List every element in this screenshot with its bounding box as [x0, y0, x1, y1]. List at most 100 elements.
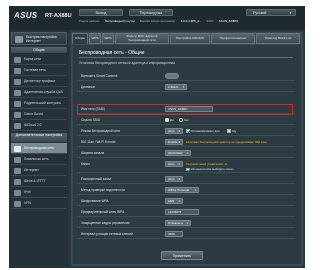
auth-method-value: WPA2-Personal — [168, 188, 190, 192]
wpa-key-input[interactable]: 12345678 — [165, 209, 199, 215]
auto-channel-checkbox[interactable] — [186, 167, 190, 171]
sidebar-item-label: Диспетчер трафика — [24, 78, 55, 83]
auto-channel-label: Автоматически выбирать канал — [191, 167, 234, 171]
ssid-highlight-frame — [77, 103, 293, 115]
chevron-down-icon: ▼ — [178, 163, 181, 166]
mfp-value: Отключить — [168, 221, 184, 225]
reboot-button[interactable]: Перезагрузка — [129, 9, 173, 16]
sidebar-item-guest-network[interactable]: Гостевая сеть — [11, 65, 67, 76]
ssid-status-value: ASUS_AX88U — [218, 19, 239, 23]
tab-general[interactable]: Общие — [72, 33, 88, 44]
sidebar-item-network-map[interactable]: Карта сети — [11, 54, 67, 65]
hide-ssid-yes-radio[interactable] — [165, 118, 169, 122]
bandwidth-label: Ширина канала — [81, 151, 105, 155]
mfp-select[interactable]: Отключить ▼ — [165, 220, 191, 226]
mode-value[interactable]: беспроводной роутер — [105, 19, 135, 23]
sidebar-item-vpn[interactable]: VPN — [11, 198, 67, 209]
sidebar-item-aicloud[interactable]: AiCloud 2.0 — [11, 120, 67, 131]
wireless-icon — [14, 145, 21, 152]
channel-select[interactable]: Авто ▼ — [165, 161, 183, 167]
row-mfp: Защищенные кадры управления Отключить ▼ — [77, 218, 295, 228]
smart-connect-label: Включить Smart Connect — [81, 74, 118, 78]
lan-icon — [14, 156, 21, 163]
sidebar-item-alexa-ifttt[interactable]: Alexa & IFTTT — [11, 176, 67, 187]
wizard-icon — [15, 36, 23, 43]
sidebar-item-adaptive-qos[interactable]: Адаптивная служба QoS — [11, 87, 67, 98]
model-name: RT-AX88U — [45, 13, 72, 19]
row-wireless-mode: Режим беспроводной сети Авто ▼ Оптимизир… — [77, 126, 295, 136]
sidebar-item-ipv6[interactable]: IPv6 — [11, 187, 67, 198]
language-value: Русский — [253, 11, 267, 15]
optimize-label: Оптимизировано для — [191, 129, 220, 133]
tab-wps[interactable]: WPS — [89, 33, 101, 44]
tab-wds[interactable]: WDS — [102, 33, 114, 44]
hide-ssid-no-label: Нет — [184, 118, 189, 122]
chevron-down-icon: ▼ — [182, 86, 185, 89]
wpa-encryption-select[interactable]: AES ▼ — [165, 198, 183, 204]
ext-channel-value: Авто — [168, 177, 175, 181]
firmware-value[interactable]: 3.0.0.4.386_4... — [181, 19, 202, 23]
bg-protection-label: b/g — [232, 129, 237, 133]
optimize-checkbox[interactable] — [186, 129, 190, 133]
sidebar-item-label: Локальная сеть — [24, 156, 49, 161]
logout-button[interactable]: Выход — [79, 9, 123, 16]
hide-ssid-no-radio[interactable] — [179, 118, 183, 122]
tab-mac-filter[interactable]: Фильтр MAC-адресов беспроводной сети — [115, 33, 169, 44]
sidebar-item-lan[interactable]: Локальная сеть — [11, 154, 67, 165]
page-description: Установка беспроводного сетевого адаптер… — [79, 61, 176, 65]
hide-ssid-yes-label: Да — [170, 118, 174, 122]
game-boost-icon — [14, 111, 21, 118]
sidebar: Быстрая настройка Интернет Общие Карта с… — [9, 30, 69, 268]
auth-method-select[interactable]: WPA2-Personal ▼ — [165, 187, 199, 193]
language-select[interactable]: Русский ▼ — [246, 9, 296, 16]
smart-connect-toggle[interactable] — [165, 73, 179, 79]
row-ax-mode: 802.11ax / Wi-Fi 6 mode Enable ▼ Если ва… — [77, 137, 295, 147]
globe-icon — [14, 167, 21, 174]
sidebar-item-game-boost[interactable]: Game Boost — [11, 109, 67, 120]
parental-control-icon — [14, 100, 21, 107]
wpa-encryption-label: Шифрование WPA — [81, 199, 109, 203]
tab-radius[interactable]: Настройка RADIUS — [170, 33, 210, 44]
sidebar-item-label: Беспроводная сеть — [24, 145, 55, 150]
row-key-interval: Интервал ротации сетевых ключей 3600 — [77, 229, 295, 239]
ax-mode-value: Enable — [168, 140, 178, 144]
wireless-mode-select[interactable]: Авто ▼ — [165, 128, 183, 134]
sidebar-item-label: AiCloud 2.0 — [24, 122, 42, 127]
bg-protection-checkbox[interactable] — [227, 129, 231, 133]
firmware-label: Версия микропрограммы: — [139, 19, 176, 23]
row-smart-connect: Включить Smart Connect — [77, 71, 295, 81]
tab-professional[interactable]: Профессионально — [211, 33, 255, 44]
tab-roaming-block-list[interactable]: Roaming Block List — [256, 33, 300, 44]
row-wpa-key: Предварительный ключ WPA 12345678 — [77, 207, 295, 217]
sidebar-item-label: Карта сети — [24, 56, 41, 61]
sidebar-item-internet[interactable]: Интернет — [11, 165, 67, 176]
settings-content: Беспроводная сеть - Общие Установка бесп… — [73, 45, 301, 264]
ipv6-icon — [14, 189, 21, 196]
sidebar-item-label: IPv6 — [24, 189, 31, 194]
key-interval-input[interactable]: 3600 — [165, 231, 183, 237]
wpa-encryption-value: AES — [168, 199, 175, 203]
bandwidth-select[interactable]: 20/40 MHz ▼ — [165, 150, 191, 156]
row-ext-channel: Расширенный канал Авто ▼ — [77, 174, 295, 184]
sidebar-item-label: Родительский контроль — [24, 100, 62, 105]
cloud-icon — [14, 122, 21, 129]
vpn-icon — [14, 200, 21, 207]
ax-mode-select[interactable]: Enable ▼ — [165, 139, 183, 145]
sidebar-item-label: VPN — [24, 200, 31, 205]
network-map-icon — [14, 56, 21, 63]
sidebar-item-traffic-manager[interactable]: Диспетчер трафика — [11, 76, 67, 87]
wireless-mode-label: Режим беспроводной сети — [81, 129, 121, 133]
asus-logo: ASUS — [14, 11, 38, 20]
apply-button[interactable]: Применить — [161, 251, 203, 260]
alexa-icon — [14, 178, 21, 185]
hide-ssid-label: Скрыть SSID — [81, 118, 101, 122]
sidebar-item-wireless[interactable]: Беспроводная сеть — [11, 143, 67, 154]
ext-channel-label: Расширенный канал — [81, 177, 112, 181]
quick-setup-button[interactable]: Быстрая настройка Интернет — [11, 32, 67, 45]
ext-channel-select[interactable]: Авто ▼ — [165, 176, 183, 182]
qos-icon — [14, 89, 21, 96]
bandwidth-value: 20/40 MHz — [168, 151, 183, 155]
title-divider — [79, 57, 293, 58]
band-select[interactable]: 2.4GHz ▼ — [165, 84, 187, 90]
sidebar-item-parental-control[interactable]: Родительский контроль — [11, 98, 67, 109]
